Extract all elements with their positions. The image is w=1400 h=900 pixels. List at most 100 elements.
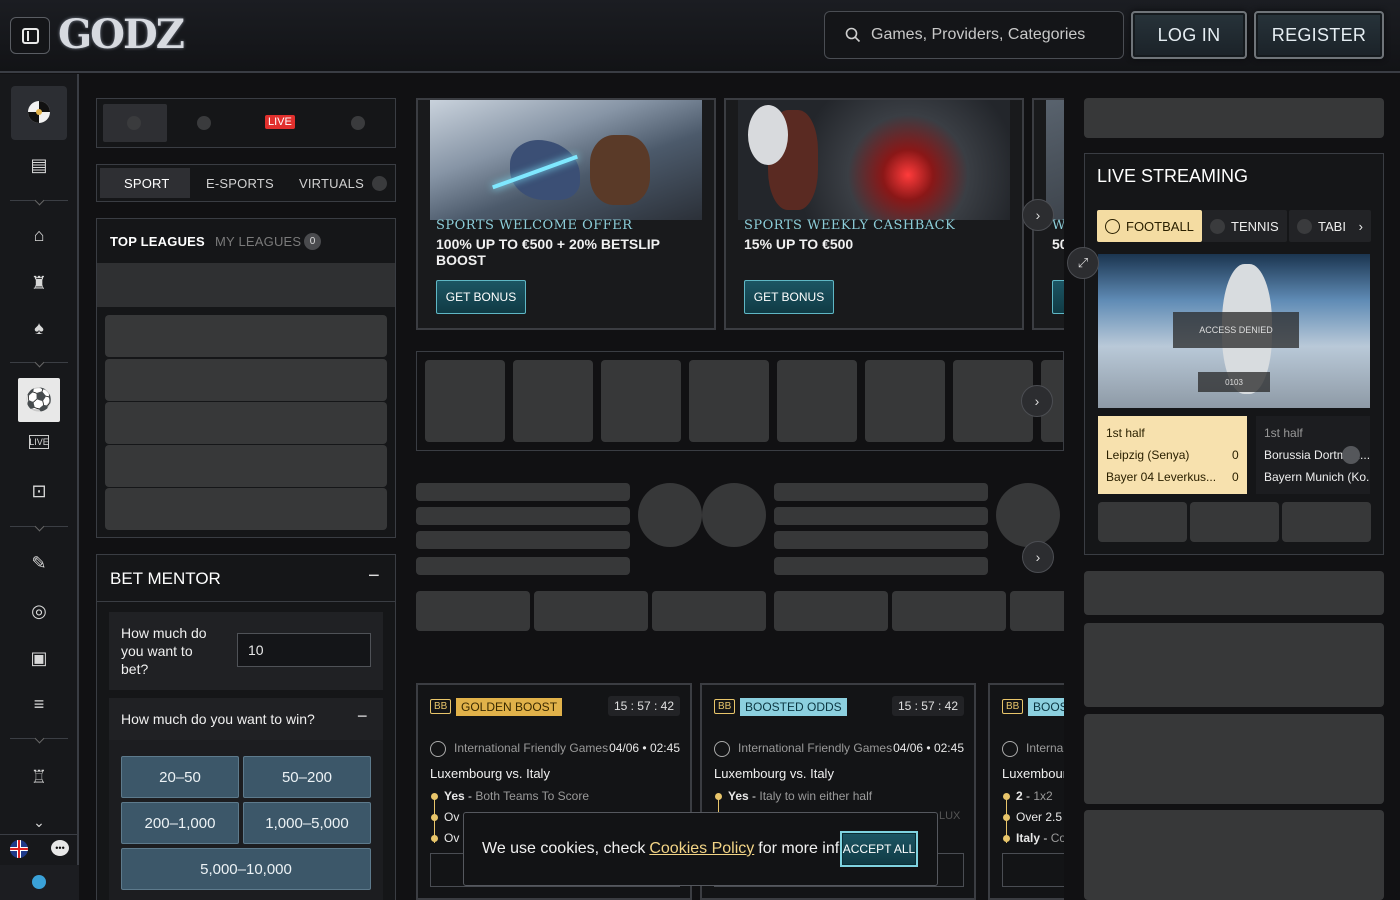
boost-badge: BOOSTED ODDS <box>740 698 847 716</box>
odds-skeleton <box>652 591 766 631</box>
sidebar-toggle-button[interactable] <box>10 17 50 54</box>
register-button[interactable]: REGISTER <box>1254 11 1384 59</box>
bet-amount-input[interactable]: 10 <box>237 633 371 667</box>
game-skeleton <box>601 360 681 442</box>
sport-type-filter: LIVE <box>96 98 396 148</box>
win-option[interactable]: 20–50 <box>121 756 239 798</box>
football-icon <box>430 741 446 757</box>
matches-next-button[interactable]: › <box>1022 541 1054 573</box>
live-stream-video[interactable]: ACCESS DENIED 0103 <box>1098 254 1370 408</box>
match-half: 1st half <box>1106 426 1145 440</box>
away-score: 0 <box>1232 470 1239 484</box>
filter-icon[interactable] <box>197 116 211 130</box>
rail-footer <box>0 865 79 900</box>
cookies-policy-link[interactable]: Cookies Policy <box>649 840 754 858</box>
bet-amount-row: How much do you want to bet? 10 <box>109 612 383 690</box>
stream-tab-table-tennis[interactable]: TABI › <box>1289 210 1371 242</box>
win-amount-header[interactable]: How much do you want to win? − <box>109 698 383 740</box>
win-option[interactable]: 1,000–5,000 <box>243 802 371 844</box>
my-leagues-tab[interactable]: MY LEAGUES <box>215 234 301 249</box>
bb-badge: BB <box>714 699 736 714</box>
left-rail: ▤ ⌂ ♜ ♠ ⚽ LIVE ⊡ ✎ ◎ ▣ ≡ ♖ ⌄ ••• <box>0 74 79 900</box>
tab-sport[interactable]: SPORT <box>124 176 170 191</box>
search-input[interactable]: Games, Providers, Categories <box>824 11 1124 59</box>
tab-scroll-icon[interactable] <box>372 176 387 191</box>
tennis-icon <box>1210 218 1225 234</box>
tab-virtuals[interactable]: VIRTUALS <box>299 176 364 191</box>
stream-tab-football[interactable]: FOOTBALL <box>1097 210 1202 242</box>
bet-mentor-collapse-button[interactable]: − <box>368 565 380 588</box>
win-option[interactable]: 5,000–10,000 <box>121 848 371 890</box>
win-option[interactable]: 50–200 <box>243 756 371 798</box>
win-collapse-button[interactable]: − <box>357 706 368 727</box>
chevron-right-icon: › <box>1358 218 1363 234</box>
odds-skeleton <box>892 591 1006 631</box>
promo-card[interactable]: SPORTS WEEKLY CASHBACK 15% UP TO €500 GE… <box>724 98 1024 330</box>
live-badge[interactable]: LIVE <box>265 115 295 129</box>
chat-icon[interactable]: ••• <box>51 840 69 856</box>
home-score: 0 <box>1232 448 1239 462</box>
rail-live-casino-icon[interactable]: ♜ <box>26 272 52 294</box>
rail-table-games-icon[interactable]: ♠ <box>26 317 52 339</box>
top-leagues-tab[interactable]: TOP LEAGUES <box>110 234 205 249</box>
rail-promotions-icon[interactable]: ✎ <box>26 552 52 574</box>
login-button[interactable]: LOG IN <box>1131 11 1247 59</box>
search-placeholder: Games, Providers, Categories <box>871 26 1086 43</box>
my-leagues-count: 0 <box>304 233 321 250</box>
football-icon <box>1002 741 1018 757</box>
stream-match-card[interactable]: 1st half Leipzig (Senya) 0 Bayer 04 Leve… <box>1098 416 1247 494</box>
selection: Ov <box>444 831 460 845</box>
rail-tournament-icon[interactable]: ♖ <box>26 766 52 788</box>
video-overlay-text: ACCESS DENIED <box>1173 312 1299 348</box>
chevron-right-icon: › <box>1035 207 1041 223</box>
selection-dot <box>1003 814 1010 821</box>
promo-card[interactable]: SPORTS WELCOME OFFER 100% UP TO €500 + 2… <box>416 98 716 330</box>
rail-expand-chevron-icon[interactable]: ⌄ <box>26 811 52 833</box>
win-option[interactable]: 200–1,000 <box>121 802 239 844</box>
get-bonus-button[interactable]: GET BONUS <box>436 280 526 314</box>
get-bonus-button[interactable] <box>1052 280 1064 314</box>
sport-tabs: SPORT E-SPORTS VIRTUALS <box>96 164 396 202</box>
promo-next-button[interactable]: › <box>1022 199 1054 231</box>
rail-target-icon[interactable]: ◎ <box>26 600 52 622</box>
get-bonus-button[interactable]: GET BONUS <box>744 280 834 314</box>
table-tennis-icon <box>1297 218 1312 234</box>
bb-badge: BB <box>1002 699 1024 714</box>
selection: 2 - 1x2 <box>1016 789 1053 803</box>
filter-icon[interactable] <box>127 116 141 130</box>
bet-builder-card[interactable]: BB BOOS Interna Luxembourg 2 - 1x2 Over … <box>988 683 1064 900</box>
expand-video-button[interactable]: ⤢ <box>1067 247 1099 279</box>
rail-sports-icon[interactable]: ⚽ <box>25 387 52 412</box>
match-teams: Luxembourg <box>1002 766 1064 781</box>
bb-badge: BB <box>430 699 452 714</box>
text-skeleton <box>416 483 630 501</box>
stream-next-button[interactable] <box>1342 446 1360 464</box>
accept-cookies-button[interactable]: ACCEPT ALL <box>840 831 918 867</box>
telegram-icon[interactable] <box>32 875 46 889</box>
league-skeleton <box>105 445 387 487</box>
rail-cards-icon[interactable]: ▣ <box>26 647 52 669</box>
odds-skeleton <box>774 591 888 631</box>
game-skeleton <box>865 360 945 442</box>
right-skeleton <box>1084 810 1384 900</box>
odds-skeleton <box>416 591 530 631</box>
language-flag-icon[interactable] <box>10 840 28 858</box>
logo[interactable]: GODZ <box>58 12 185 58</box>
chevron-right-icon: › <box>1034 393 1040 409</box>
rail-lobby-icon[interactable]: ⌂ <box>26 224 52 246</box>
tab-esports[interactable]: E-SPORTS <box>206 176 274 191</box>
stream-tab-tennis[interactable]: TENNIS <box>1202 210 1287 242</box>
games-next-button[interactable]: › <box>1021 385 1053 417</box>
add-to-betslip-button[interactable] <box>1002 853 1064 887</box>
odds-skeleton <box>1010 591 1064 631</box>
rail-virtual-sports-icon[interactable]: ⊡ <box>26 480 52 502</box>
rail-coins-icon[interactable]: ≡ <box>26 693 52 715</box>
team-logo-skeleton <box>638 483 702 547</box>
search-icon <box>845 27 861 43</box>
stream-match-card[interactable]: 1st half Borussia Dortmun... Bayern Muni… <box>1256 416 1370 494</box>
filter-icon[interactable] <box>351 116 365 130</box>
rail-slots-icon[interactable]: ▤ <box>26 154 52 176</box>
rail-live-icon[interactable]: LIVE <box>29 435 49 449</box>
right-skeleton <box>1084 98 1384 138</box>
rail-home-casino-icon[interactable] <box>26 101 52 123</box>
